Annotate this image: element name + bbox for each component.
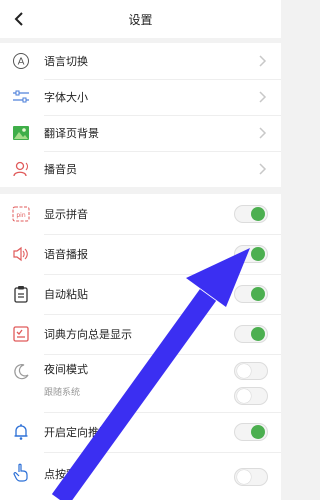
toggle-knob [237, 364, 251, 378]
row-label: 翻译页背景 [44, 127, 99, 140]
chevron-left-icon [14, 12, 23, 26]
targeted-push-toggle[interactable] [234, 423, 268, 441]
settings-group-general: A 语言切换 字体大小 翻译页背景 播音员 [0, 43, 281, 187]
translation-background-row[interactable]: 翻译页背景 [0, 115, 281, 151]
row-label: 词典方向总是显示 [44, 328, 132, 341]
toggle-knob [251, 207, 265, 221]
follow-system-toggle[interactable] [234, 387, 268, 405]
night-mode-icon [11, 362, 31, 382]
toggle-knob [251, 247, 265, 261]
font-size-row[interactable]: 字体大小 [0, 79, 281, 115]
language-switch-row[interactable]: A 语言切换 [0, 43, 281, 79]
svg-text:A: A [18, 57, 25, 68]
tap-translate-toggle[interactable] [234, 468, 268, 486]
chevron-right-icon [259, 127, 267, 139]
toggle-knob [237, 470, 251, 484]
row-sublabel: 跟随系统 [44, 388, 81, 398]
settings-screen: 设置 A 语言切换 字体大小 翻译页背景 播音员 pin 显示拼音 语音播报 自… [0, 0, 281, 500]
speaker-icon [11, 244, 31, 264]
row-label: 字体大小 [44, 91, 88, 104]
voice-broadcast-row: 语音播报 [0, 234, 281, 274]
chevron-right-icon [259, 55, 267, 67]
announcer-row[interactable]: 播音员 [0, 151, 281, 187]
dictionary-direction-toggle[interactable] [234, 325, 268, 343]
chevron-right-icon [259, 163, 267, 175]
chevron-right-icon [259, 91, 267, 103]
night-mode-row: 夜间模式 跟随系统 [0, 354, 281, 412]
toggle-knob [251, 425, 265, 439]
show-pinyin-row: pin 显示拼音 [0, 194, 281, 234]
sliders-icon [11, 87, 31, 107]
toggle-knob [251, 327, 265, 341]
row-label: 语言切换 [44, 55, 88, 68]
tap-translate-row: 点按翻 [0, 452, 281, 500]
targeted-push-row: 开启定向推送 [0, 412, 281, 452]
language-a-icon: A [11, 51, 31, 71]
toggle-knob [251, 287, 265, 301]
row-label: 语音播报 [44, 248, 88, 261]
dictionary-direction-row: 词典方向总是显示 [0, 314, 281, 354]
page-title: 设置 [128, 12, 153, 27]
row-label: 显示拼音 [44, 208, 88, 221]
bell-icon [11, 422, 31, 442]
row-label: 开启定向推送 [44, 426, 110, 439]
tap-hand-icon [11, 462, 31, 482]
row-label: 自动粘贴 [44, 288, 88, 301]
top-bar: 设置 [0, 0, 281, 38]
toggle-knob [237, 389, 251, 403]
auto-paste-toggle[interactable] [234, 285, 268, 303]
dictionary-icon [11, 324, 31, 344]
pinyin-icon: pin [11, 204, 31, 224]
settings-group-toggles: pin 显示拼音 语音播报 自动粘贴 词典方向总是显示 夜间模式 跟随系统 开启… [0, 194, 281, 500]
row-label: 播音员 [44, 163, 77, 176]
announcer-icon [11, 159, 31, 179]
image-icon [11, 123, 31, 143]
back-button[interactable] [8, 8, 30, 30]
voice-broadcast-toggle[interactable] [234, 245, 268, 263]
clipboard-icon [11, 284, 31, 304]
night-mode-toggle[interactable] [234, 362, 268, 380]
row-label: 夜间模式 [44, 363, 88, 376]
row-label: 点按翻 [44, 468, 77, 481]
show-pinyin-toggle[interactable] [234, 205, 268, 223]
auto-paste-row: 自动粘贴 [0, 274, 281, 314]
svg-text:pin: pin [16, 212, 25, 219]
